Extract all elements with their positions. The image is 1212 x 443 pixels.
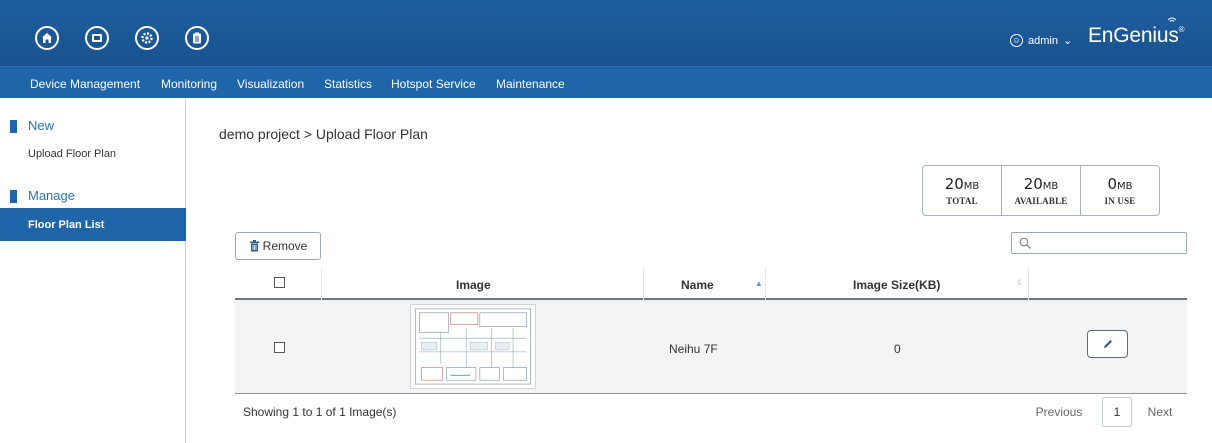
select-all-checkbox[interactable]	[274, 277, 285, 288]
total-value: 20	[944, 175, 964, 193]
brand-logo: EnGenius®	[1088, 17, 1185, 48]
total-label: TOTAL	[946, 196, 978, 206]
sidebar-item-floor-plan-list[interactable]: Floor Plan List	[0, 208, 186, 241]
remove-button[interactable]: Remove	[235, 232, 321, 260]
available-unit: MB	[1042, 181, 1059, 192]
storage-total: 20MB TOTAL	[923, 166, 1001, 215]
dashboard-icon[interactable]	[85, 26, 109, 50]
trash-icon	[249, 240, 259, 252]
column-separator	[643, 268, 644, 300]
clipboard-icon[interactable]	[185, 26, 209, 50]
section-marker	[10, 190, 17, 203]
nav-maintenance[interactable]: Maintenance	[496, 77, 565, 91]
table-row[interactable]: Neihu 7F 0	[235, 300, 1187, 394]
inuse-value: 0	[1107, 175, 1118, 193]
settings-icon[interactable]	[135, 26, 159, 50]
nav-statistics[interactable]: Statistics	[324, 77, 372, 91]
user-menu[interactable]: ☺ admin ⌄	[1010, 34, 1072, 47]
column-image-size[interactable]: Image Size(KB)	[853, 278, 940, 292]
user-icon: ☺	[1010, 34, 1023, 47]
remove-label: Remove	[262, 239, 308, 253]
search-icon	[1019, 237, 1031, 249]
wifi-icon	[1167, 17, 1177, 22]
top-header: ☺ admin ⌄ EnGenius®	[0, 0, 1212, 66]
home-icon[interactable]	[35, 26, 59, 50]
nav-device-management[interactable]: Device Management	[30, 77, 140, 91]
search-input[interactable]	[1036, 235, 1182, 251]
column-separator	[321, 268, 322, 300]
search-box[interactable]	[1011, 232, 1187, 254]
pagination-info: Showing 1 to 1 of 1 Image(s)	[243, 405, 397, 419]
sort-asc-icon[interactable]: ▲	[755, 279, 763, 288]
storage-summary: 20MB TOTAL 20MB AVAILABLE 0MB IN USE	[922, 165, 1160, 216]
previous-button[interactable]: Previous	[1031, 397, 1087, 427]
inuse-label: IN USE	[1104, 196, 1136, 206]
sidebar-section-manage: Manage	[28, 188, 75, 203]
total-unit: MB	[963, 181, 980, 192]
sidebar-section-new: New	[28, 118, 55, 133]
row-checkbox[interactable]	[274, 342, 285, 353]
inuse-unit: MB	[1117, 181, 1133, 192]
main-nav: Device Management Monitoring Visualizati…	[0, 66, 1212, 98]
sidebar-item-upload-floor-plan[interactable]: Upload Floor Plan	[28, 148, 116, 160]
nav-visualization[interactable]: Visualization	[237, 77, 304, 91]
section-marker	[10, 120, 17, 133]
column-image[interactable]: Image	[456, 278, 491, 292]
pencil-icon	[1103, 340, 1112, 348]
nav-hotspot-service[interactable]: Hotspot Service	[391, 77, 476, 91]
page-1-button[interactable]: 1	[1102, 397, 1132, 427]
row-name: Neihu 7F	[669, 342, 718, 356]
chevron-down-icon: ⌄	[1062, 35, 1073, 47]
column-separator	[1028, 268, 1029, 300]
available-label: AVAILABLE	[1014, 196, 1068, 206]
brand-name: EnGenius	[1088, 24, 1179, 47]
column-separator	[765, 268, 766, 300]
next-button[interactable]: Next	[1142, 397, 1178, 427]
table-header: Image Name ▲ Image Size(KB) ⇕	[235, 268, 1187, 300]
edit-button[interactable]	[1087, 330, 1128, 358]
breadcrumb: demo project > Upload Floor Plan	[219, 126, 428, 142]
storage-available: 20MB AVAILABLE	[1001, 166, 1080, 215]
floor-plan-thumbnail[interactable]	[410, 304, 536, 389]
row-image-size: 0	[894, 342, 901, 356]
column-name[interactable]: Name	[681, 278, 714, 292]
user-label: admin	[1028, 34, 1058, 47]
nav-monitoring[interactable]: Monitoring	[161, 77, 217, 91]
available-value: 20	[1023, 175, 1043, 193]
sort-icon[interactable]: ⇕	[1016, 278, 1023, 287]
storage-in-use: 0MB IN USE	[1080, 166, 1159, 215]
sidebar: New Upload Floor Plan Manage Floor Plan …	[0, 98, 186, 443]
